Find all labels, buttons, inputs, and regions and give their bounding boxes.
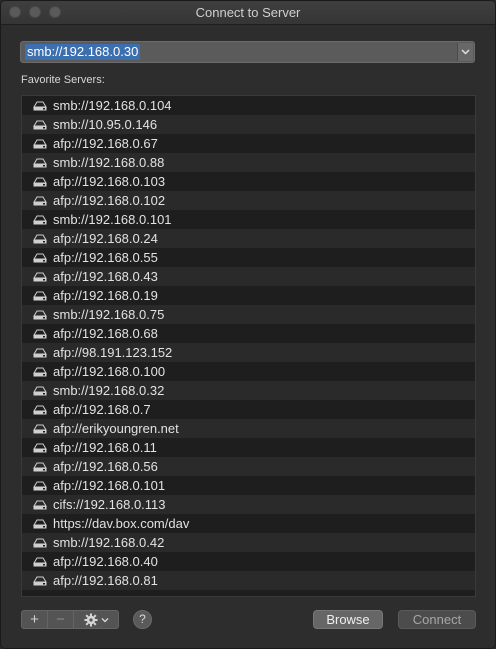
server-address-label: afp://192.168.0.101 [53,478,166,493]
list-item[interactable]: smb://192.168.0.104 [22,96,475,115]
server-address-label: smb://192.168.0.101 [53,212,172,227]
server-icon [33,385,49,397]
list-item[interactable]: cifs://192.168.0.113 [22,495,475,514]
server-icon [33,480,49,492]
list-item[interactable]: afp://192.168.0.67 [22,134,475,153]
server-icon [33,176,49,188]
list-item[interactable]: afp://192.168.0.40 [22,552,475,571]
browse-button[interactable]: Browse [313,610,383,629]
server-address-label: afp://192.168.0.56 [53,459,158,474]
list-item[interactable]: afp://192.168.0.103 [22,172,475,191]
help-button[interactable]: ? [133,610,152,629]
server-icon [33,328,49,340]
connect-button[interactable]: Connect [398,610,476,629]
server-address-label: afp://192.168.0.7 [53,402,151,417]
server-icon [33,157,49,169]
server-address-label: afp://192.168.0.100 [53,364,166,379]
list-item[interactable]: afp://192.168.0.81 [22,571,475,590]
list-item[interactable]: afp://192.168.0.56 [22,457,475,476]
list-item[interactable]: afp://192.168.0.7 [22,400,475,419]
server-icon [33,138,49,150]
server-address-label: https://dav.box.com/dav [53,516,190,531]
server-address-label: smb://192.168.0.32 [53,383,165,398]
address-history-dropdown[interactable] [457,43,473,61]
list-item[interactable]: afp://192.168.0.24 [22,229,475,248]
list-item[interactable]: afp://192.168.0.11 [22,438,475,457]
list-item[interactable]: afp://98.191.123.152 [22,343,475,362]
list-item[interactable]: smb://192.168.0.32 [22,381,475,400]
server-address-label: afp://192.168.0.67 [53,136,158,151]
server-address-input[interactable]: smb://192.168.0.30 [25,44,141,60]
list-item[interactable]: smb://192.168.0.101 [22,210,475,229]
list-item[interactable]: afp://192.168.0.102 [22,191,475,210]
server-icon [33,119,49,131]
list-item[interactable]: smb://192.168.0.75 [22,305,475,324]
server-address-label: smb://192.168.0.42 [53,535,165,550]
server-address-label: afp://192.168.0.43 [53,269,158,284]
server-icon [33,518,49,530]
server-icon [33,290,49,302]
server-icon [33,195,49,207]
list-item[interactable]: https://dav.box.com/dav [22,514,475,533]
help-icon: ? [139,612,146,626]
server-address-label: afp://192.168.0.55 [53,250,158,265]
action-menu-button[interactable] [73,610,119,629]
plus-icon: + [30,611,39,628]
list-item[interactable]: afp://192.168.0.101 [22,476,475,495]
list-item[interactable]: afp://192.168.0.68 [22,324,475,343]
list-item[interactable]: afp://erikyoungren.net [22,419,475,438]
server-icon [33,575,49,587]
list-item[interactable]: smb://192.168.0.88 [22,153,475,172]
minus-icon: − [56,611,65,628]
server-icon [33,100,49,112]
chevron-down-icon [461,49,470,55]
server-icon [33,214,49,226]
list-item[interactable]: afp://192.168.0.100 [22,362,475,381]
favorite-servers-list[interactable]: smb://192.168.0.104 smb://10.95.0.146 afp:… [21,95,476,597]
server-address-label: smb://192.168.0.88 [53,155,165,170]
list-item[interactable]: afp://192.168.0.55 [22,248,475,267]
server-address-label: afp://192.168.0.68 [53,326,158,341]
server-address-label: smb://192.168.0.104 [53,98,172,113]
server-address-label: afp://erikyoungren.net [53,421,179,436]
server-address-label: afp://192.168.0.11 [53,440,157,455]
server-icon [33,461,49,473]
server-address-label: afp://192.168.0.19 [53,288,158,303]
server-icon [33,309,49,321]
list-item[interactable]: smb://10.95.0.146 [22,115,475,134]
connect-to-server-window: Connect to Server smb://192.168.0.30 Fav… [0,0,496,649]
server-address-label: afp://192.168.0.24 [53,231,158,246]
server-icon [33,252,49,264]
window-title: Connect to Server [195,5,301,20]
server-icon [33,347,49,359]
server-icon [33,404,49,416]
gear-icon [84,613,97,626]
list-item[interactable]: smb://192.168.0.42 [22,533,475,552]
server-icon [33,233,49,245]
favorite-servers-label: Favorite Servers: [21,74,105,86]
server-icon [33,556,49,568]
server-address-label: afp://98.191.123.152 [53,345,173,360]
server-address-label: afp://192.168.0.103 [53,174,166,189]
server-icon [33,537,49,549]
add-favorite-button[interactable]: + [21,610,48,629]
server-address-combobox[interactable]: smb://192.168.0.30 [20,41,475,63]
server-address-label: afp://192.168.0.40 [53,554,158,569]
server-icon [33,423,49,435]
server-address-label: smb://192.168.0.75 [53,307,165,322]
title-bar: Connect to Server [1,1,495,25]
server-icon [33,499,49,511]
server-address-label: cifs://192.168.0.113 [53,497,166,512]
server-icon [33,442,49,454]
list-item[interactable]: afp://192.168.0.19 [22,286,475,305]
server-address-label: afp://192.168.0.102 [53,193,166,208]
remove-favorite-button[interactable]: − [47,610,74,629]
chevron-down-icon [101,617,108,622]
server-icon [33,271,49,283]
server-address-label: afp://192.168.0.81 [53,573,158,588]
server-icon [33,366,49,378]
list-item[interactable]: afp://192.168.0.43 [22,267,475,286]
server-address-label: smb://10.95.0.146 [53,117,158,132]
